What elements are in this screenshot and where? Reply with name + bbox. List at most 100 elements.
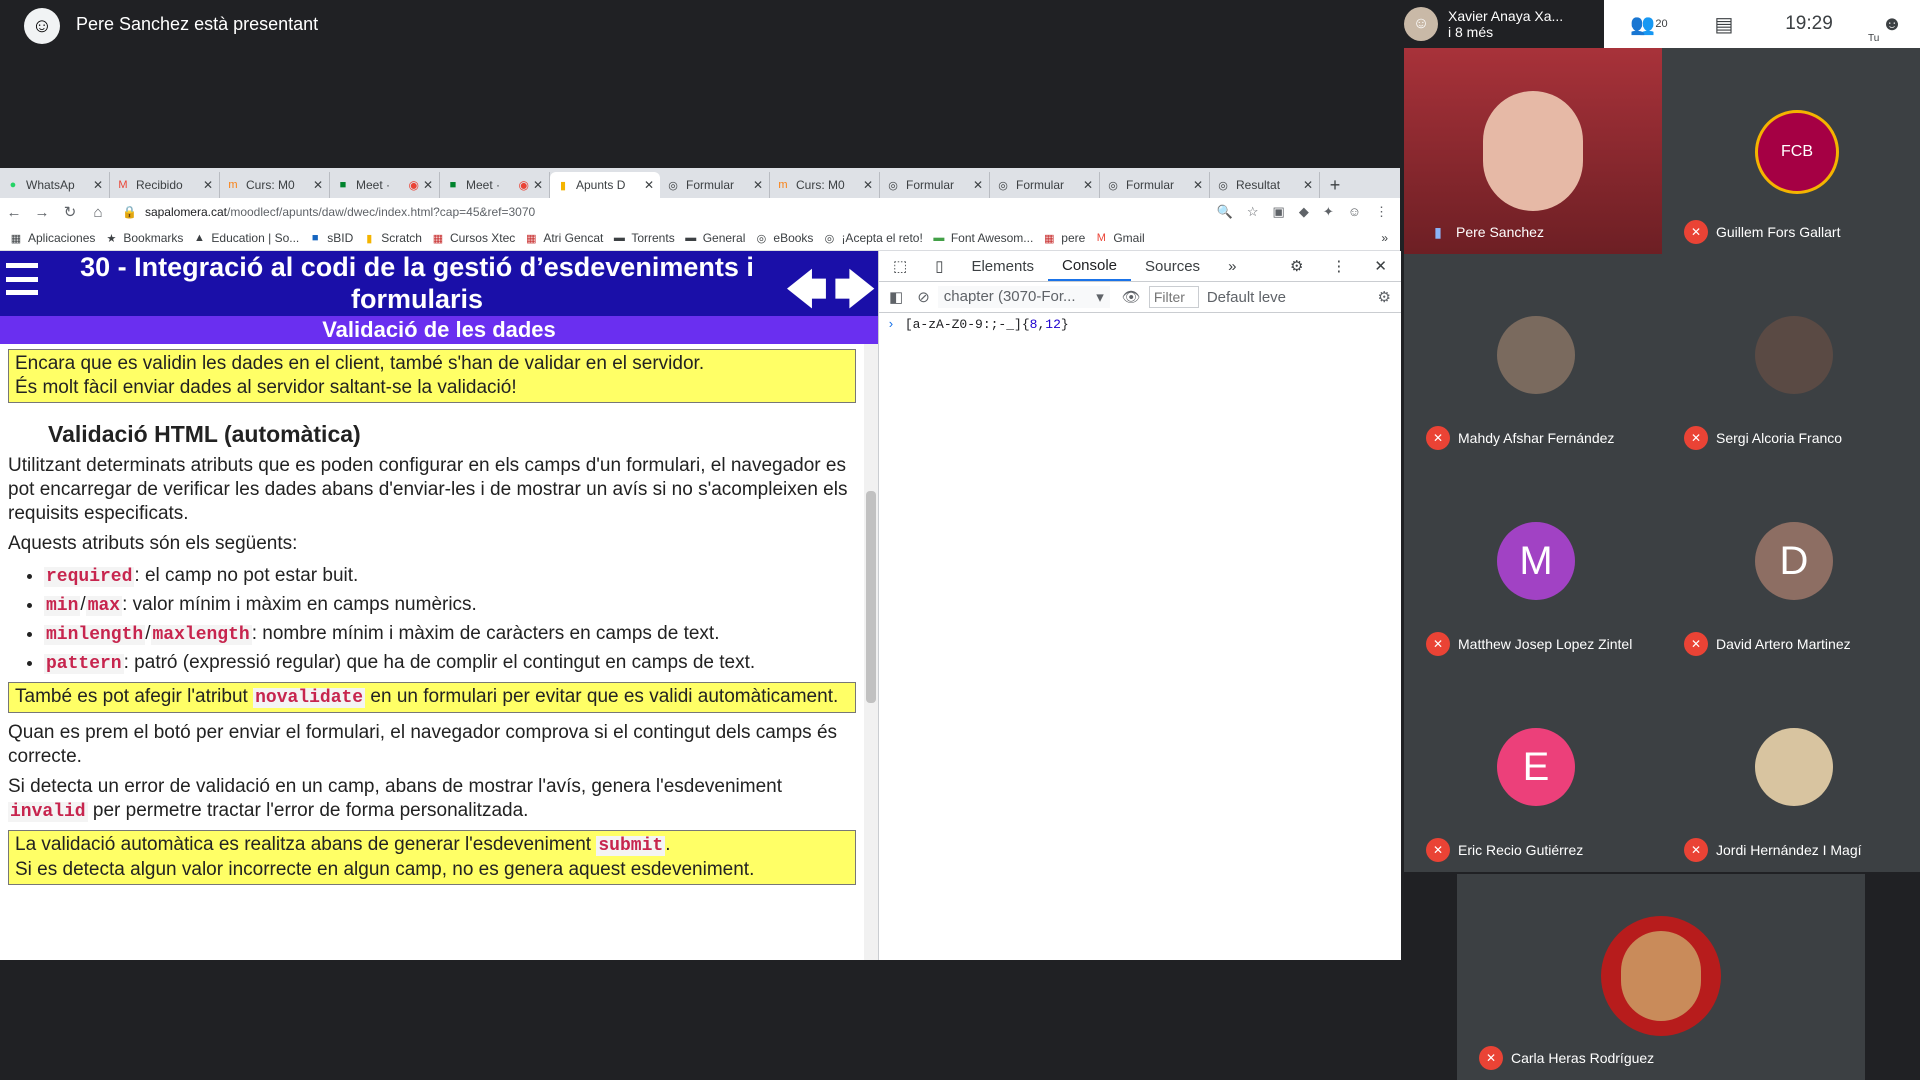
address-bar[interactable]: 🔒 sapalomera.cat/moodlecf/apunts/daw/dwec… <box>122 205 535 219</box>
more-bookmarks-icon[interactable]: » <box>1381 231 1388 245</box>
participant-tile[interactable]: ✕ Carla Heras Rodríguez <box>1457 874 1865 1080</box>
inspect-icon[interactable]: ⬚ <box>879 251 921 281</box>
bookmark-item[interactable]: ◎ eBooks <box>755 231 814 245</box>
extension-icon[interactable]: ▣ <box>1273 204 1285 220</box>
zoom-icon[interactable]: 🔍 <box>1217 204 1233 220</box>
participant-tile[interactable]: D ✕ David Artero Martinez <box>1662 460 1920 666</box>
browser-tab-active[interactable]: ▮ Apunts D ✕ <box>550 172 660 198</box>
tab-sources[interactable]: Sources <box>1131 251 1214 281</box>
bookmark-item[interactable]: ▬ General <box>685 231 745 245</box>
bookmark-item[interactable]: M Gmail <box>1095 231 1145 245</box>
devtools-panel: ⬚ ▯ Elements Console Sources » ⚙ ⋮ ✕ ◧ ⊘… <box>878 251 1401 960</box>
bookmark-item[interactable]: ▮ Scratch <box>363 231 422 245</box>
browser-tab[interactable]: ◎ Formular ✕ <box>660 172 770 198</box>
scrollbar-thumb[interactable] <box>866 491 876 703</box>
close-icon[interactable]: ✕ <box>1083 178 1093 192</box>
people-button[interactable]: 👥 20 <box>1604 0 1694 48</box>
forward-icon[interactable]: → <box>28 204 56 221</box>
close-icon[interactable]: ✕ <box>644 178 654 192</box>
home-icon[interactable]: ⌂ <box>84 204 112 221</box>
back-icon[interactable]: ← <box>0 204 28 221</box>
avatar <box>1755 316 1833 394</box>
participant-tile[interactable]: FCB ✕ Guillem Fors Gallart <box>1662 48 1920 254</box>
bookmark-item[interactable]: ▦ pere <box>1043 231 1085 245</box>
close-icon[interactable]: ✕ <box>203 178 213 192</box>
bookmark-item[interactable]: ★ Bookmarks <box>105 231 183 245</box>
globe-icon: ◎ <box>668 179 678 192</box>
header-more: i 8 més <box>1448 24 1494 40</box>
lock-icon: 🔒 <box>122 205 137 219</box>
bookmark-item[interactable]: ▬ Torrents <box>613 231 675 245</box>
browser-navbar: ← → ↻ ⌂ 🔒 sapalomera.cat/moodlecf/apunts/… <box>0 198 1400 226</box>
self-tile[interactable]: ☻ Tu <box>1864 0 1920 48</box>
bookmark-item[interactable]: ◎ ¡Acepta el reto! <box>823 231 923 245</box>
globe-icon: ◎ <box>1218 179 1228 192</box>
list-item: minlength/maxlength: nombre mínim i màxi… <box>44 620 856 649</box>
participant-tile[interactable]: ▮ Pere Sanchez <box>1404 48 1662 254</box>
participants-summary[interactable]: ☺ Xavier Anaya Xa... i 8 més <box>1404 0 1604 48</box>
paragraph: Utilitzant determinats atributs que es p… <box>8 455 848 524</box>
browser-tab[interactable]: ◎ Formular ✕ <box>1100 172 1210 198</box>
close-icon[interactable]: ✕ <box>863 178 873 192</box>
gencat-icon: ▦ <box>1044 232 1055 245</box>
close-icon[interactable]: ✕ <box>1193 178 1203 192</box>
close-icon[interactable]: ✕ <box>1360 251 1401 281</box>
browser-tab[interactable]: ◎ Formular ✕ <box>880 172 990 198</box>
recording-icon: ◉ <box>518 178 529 192</box>
more-tabs-icon[interactable]: » <box>1214 251 1250 281</box>
bookmark-item[interactable]: ■ sBID <box>309 231 353 245</box>
close-icon[interactable]: ✕ <box>313 178 323 192</box>
console-settings-icon[interactable]: ⚙ <box>1378 288 1391 306</box>
menu-icon[interactable] <box>6 263 38 295</box>
tab-console[interactable]: Console <box>1047 251 1132 281</box>
browser-tab[interactable]: ◎ Formular ✕ <box>990 172 1100 198</box>
close-icon[interactable]: ✕ <box>533 178 543 192</box>
eye-icon[interactable]: 👁 <box>1122 288 1141 306</box>
kebab-menu-icon[interactable]: ⋮ <box>1317 251 1360 281</box>
section-heading: Validació HTML (automàtica) <box>48 421 361 447</box>
participant-tile[interactable]: E ✕ Eric Recio Gutiérrez <box>1404 666 1662 872</box>
settings-icon[interactable]: ⚙ <box>1276 251 1317 281</box>
puzzle-icon[interactable]: ✦ <box>1323 204 1334 220</box>
close-icon[interactable]: ✕ <box>423 178 433 192</box>
participant-tile[interactable]: ✕ Sergi Alcoria Franco <box>1662 254 1920 460</box>
menu-icon[interactable]: ⋮ <box>1375 204 1388 220</box>
clear-console-icon[interactable]: ⊘ <box>917 288 930 306</box>
tab-elements[interactable]: Elements <box>957 251 1048 281</box>
chat-button[interactable]: ▤ <box>1694 0 1754 48</box>
close-icon[interactable]: ✕ <box>93 178 103 192</box>
browser-tab[interactable]: ◎ Resultat ✕ <box>1210 172 1320 198</box>
bookmark-item[interactable]: ▦ Atri Gencat <box>525 231 603 245</box>
close-icon[interactable]: ✕ <box>753 178 763 192</box>
reload-icon[interactable]: ↻ <box>56 203 84 221</box>
close-icon[interactable]: ✕ <box>973 178 983 192</box>
bookmark-item[interactable]: ▦ Cursos Xtec <box>432 231 516 245</box>
star-icon[interactable]: ☆ <box>1247 204 1259 220</box>
participant-tile[interactable]: M ✕ Matthew Josep Lopez Zintel <box>1404 460 1662 666</box>
browser-tab[interactable]: ■ Meet · ◉ ✕ <box>330 172 440 198</box>
context-select[interactable]: chapter (3070-For... ▾ <box>937 286 1110 308</box>
profile-icon[interactable]: ☺ <box>1348 204 1361 220</box>
participant-tile[interactable]: ✕ Mahdy Afshar Fernández <box>1404 254 1662 460</box>
browser-tab[interactable]: ● WhatsAp ✕ <box>0 172 110 198</box>
extension-icon[interactable]: ◆ <box>1299 204 1309 220</box>
apps-icon: ▦ <box>10 232 22 245</box>
filter-input[interactable] <box>1148 286 1199 308</box>
bookmark-item[interactable]: ▲ Education | So... <box>193 231 299 245</box>
device-toggle-icon[interactable]: ▯ <box>921 251 957 281</box>
gmail-icon: M <box>118 179 128 191</box>
browser-tab[interactable]: m Curs: M0 ✕ <box>220 172 330 198</box>
bookmark-item[interactable]: ▦ Aplicaciones <box>10 231 96 245</box>
new-tab-button[interactable]: + <box>1320 172 1350 198</box>
participant-tile[interactable]: ✕ Jordi Hernández I Magí <box>1662 666 1920 872</box>
whatsapp-icon: ● <box>9 179 17 191</box>
self-avatar-icon: ☻ <box>1881 12 1903 35</box>
log-levels-select[interactable]: Default leve <box>1207 289 1286 306</box>
close-icon[interactable]: ✕ <box>1303 178 1313 192</box>
person-figure <box>1483 91 1583 211</box>
browser-tab[interactable]: M Recibido ✕ <box>110 172 220 198</box>
browser-tab[interactable]: m Curs: M0 ✕ <box>770 172 880 198</box>
bookmark-item[interactable]: ▬ Font Awesom... <box>933 231 1033 245</box>
browser-tab[interactable]: ■ Meet · ◉ ✕ <box>440 172 550 198</box>
sidebar-toggle-icon[interactable]: ◧ <box>889 288 903 306</box>
